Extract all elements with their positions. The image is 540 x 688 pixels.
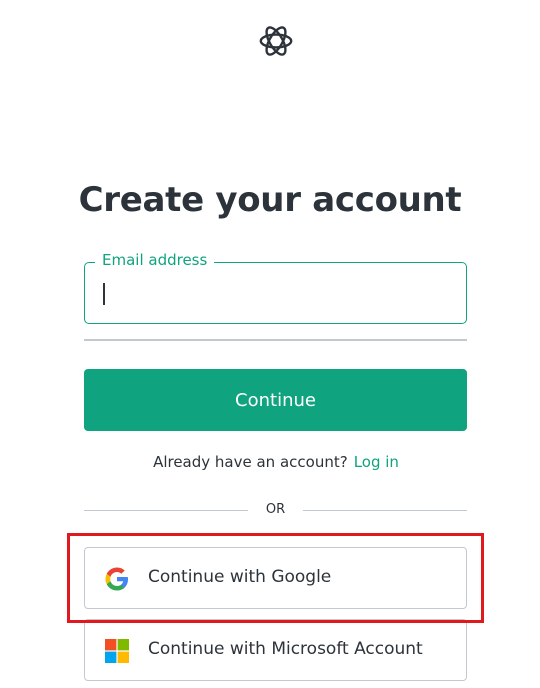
microsoft-button-label: Continue with Microsoft Account [148, 639, 423, 659]
google-button-label: Continue with Google [148, 567, 332, 587]
field-divider [84, 339, 467, 341]
login-prompt-text: Already have an account? [153, 453, 348, 471]
email-input[interactable] [97, 277, 447, 307]
login-prompt: Already have an account? Log in [0, 453, 540, 471]
login-link[interactable]: Log in [354, 453, 399, 471]
openai-logo-icon [259, 26, 293, 56]
microsoft-icon [105, 639, 129, 663]
google-icon [105, 567, 128, 591]
email-field-label: Email address [95, 251, 215, 269]
or-divider-right [303, 510, 467, 511]
email-field[interactable]: Email address [84, 251, 467, 324]
continue-with-google-button[interactable]: Continue with Google [84, 547, 467, 609]
continue-button[interactable]: Continue [84, 369, 467, 431]
page-title: Create your account [78, 180, 462, 220]
or-divider-left [84, 510, 248, 511]
or-separator: OR [265, 502, 286, 517]
continue-with-microsoft-button[interactable]: Continue with Microsoft Account [84, 619, 467, 681]
text-caret [103, 283, 105, 305]
